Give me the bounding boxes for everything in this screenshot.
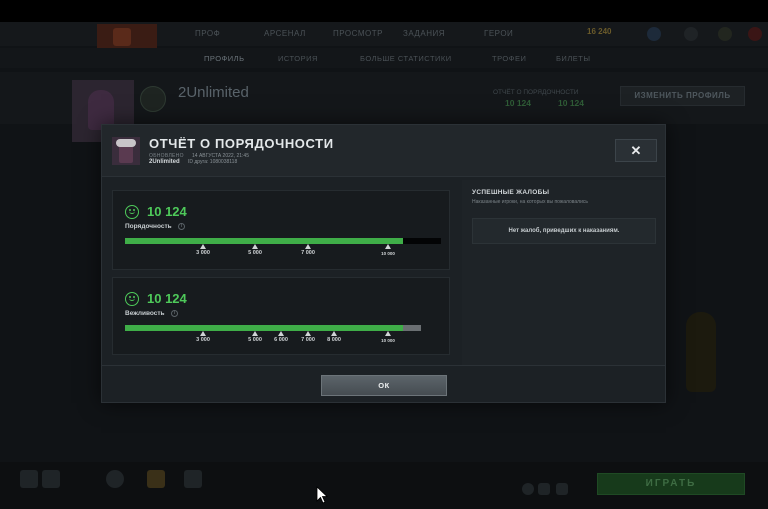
friend-id: ID друга: 1080038118 (188, 159, 238, 165)
coin-balance: 16 240 (587, 27, 612, 36)
modal-header: ОТЧЁТ О ПОРЯДОЧНОСТИ ОБНОВЛЕНО 14 АВГУСТ… (102, 125, 665, 177)
modal-avatar (112, 137, 140, 165)
subnav-stats[interactable]: БОЛЬШЕ СТАТИСТИКИ (360, 54, 452, 63)
mouse-cursor-icon (316, 486, 328, 504)
subnav-trophies[interactable]: ТРОФЕИ (492, 54, 526, 63)
politeness-bar (125, 325, 421, 331)
tick-marker (385, 331, 391, 336)
conduct-report-modal: ОТЧЁТ О ПОРЯДОЧНОСТИ ОБНОВЛЕНО 14 АВГУСТ… (101, 124, 666, 403)
no-reports-message: Нет жалоб, приведших к наказаниям. (472, 218, 656, 244)
check-icon[interactable] (538, 483, 550, 495)
conduct-score: 10 124 (147, 204, 187, 219)
nav-armory[interactable]: АРСЕНАЛ (264, 29, 306, 38)
tick-label: 7 000 (301, 250, 315, 256)
tick-marker (331, 331, 337, 336)
profile-name: 2Unlimited (178, 84, 249, 101)
tick-label: 3 000 (196, 337, 210, 343)
conduct-bar-fill (125, 238, 403, 244)
status-icon[interactable] (647, 27, 661, 41)
nav-heroes[interactable]: ГЕРОИ (484, 29, 513, 38)
letterbox-top (0, 0, 768, 22)
close-button[interactable]: ✕ (615, 139, 657, 162)
friends-icon[interactable] (684, 27, 698, 41)
settings-icon[interactable] (556, 483, 568, 495)
search-status-icon[interactable] (522, 483, 534, 495)
info-icon[interactable]: i (171, 310, 178, 317)
tick-label: 5 000 (248, 337, 262, 343)
tick-label: 10 000 (381, 338, 395, 343)
app-screen: ПРОФ АРСЕНАЛ ПРОСМОТР ЗАДАНИЯ ГЕРОИ 16 2… (0, 0, 768, 509)
subnav-tickets[interactable]: БИЛЕТЫ (556, 54, 590, 63)
tick-marker (385, 244, 391, 249)
tick-label: 7 000 (301, 337, 315, 343)
modal-divider (102, 365, 665, 366)
party-icon[interactable] (20, 470, 38, 488)
reports-title: УСПЕШНЫЕ ЖАЛОБЫ (472, 189, 550, 196)
politeness-score: 10 124 (147, 291, 187, 306)
tick-label: 3 000 (196, 250, 210, 256)
inventory-icon[interactable] (184, 470, 202, 488)
modal-username: 2Unlimited (149, 159, 180, 165)
battle-pass-icon[interactable] (147, 470, 165, 488)
smiley-icon (125, 292, 139, 306)
info-icon[interactable]: i (178, 223, 185, 230)
nav-quests[interactable]: ЗАДАНИЯ (403, 29, 445, 38)
friend-avatar[interactable] (42, 470, 60, 488)
conduct-summary-label: ОТЧЁТ О ПОРЯДОЧНОСТИ (493, 89, 579, 96)
politeness-bar-fill (125, 325, 403, 331)
politeness-card: 10 124 Вежливость i 3 000 5 000 6 000 7 … (112, 277, 450, 355)
reports-panel (462, 180, 665, 365)
nav-profile[interactable]: ПРОФ (195, 29, 220, 38)
tick-marker (278, 331, 284, 336)
politeness-label: Вежливость (125, 310, 165, 317)
conduct-summary-value: 10 124 (505, 98, 531, 108)
tick-label: 5 000 (248, 250, 262, 256)
tick-marker (305, 244, 311, 249)
subnav-history[interactable]: ИСТОРИЯ (278, 54, 318, 63)
modal-title: ОТЧЁТ О ПОРЯДОЧНОСТИ (149, 136, 334, 151)
subnav-profile[interactable]: ПРОФИЛЬ (204, 54, 245, 63)
tick-label: 6 000 (274, 337, 288, 343)
tick-marker (200, 244, 206, 249)
tick-label: 10 000 (381, 251, 395, 256)
reports-subtitle: Наказанные игроки, на которых вы пожалов… (472, 199, 588, 205)
dota-logo-icon (113, 28, 131, 46)
edit-profile-button[interactable]: ИЗМЕНИТЬ ПРОФИЛЬ (620, 86, 745, 106)
politeness-summary-value: 10 124 (558, 98, 584, 108)
power-icon[interactable] (748, 27, 762, 41)
smiley-icon (125, 205, 139, 219)
conduct-label: Порядочность (125, 223, 172, 230)
settings-gear-icon[interactable] (718, 27, 732, 41)
play-button[interactable]: ИГРАТЬ (597, 473, 745, 495)
tick-marker (305, 331, 311, 336)
conduct-bar (125, 238, 441, 244)
avatar-hair (116, 139, 136, 147)
tick-marker (200, 331, 206, 336)
chat-icon[interactable] (106, 470, 124, 488)
tick-marker (252, 331, 258, 336)
conduct-card: 10 124 Порядочность i 3 000 5 000 7 000 … (112, 190, 450, 270)
ok-button[interactable]: ОК (321, 375, 447, 396)
rank-medal-icon (140, 86, 166, 112)
tick-marker (252, 244, 258, 249)
hero-model (686, 312, 716, 392)
tick-label: 8 000 (327, 337, 341, 343)
nav-watch[interactable]: ПРОСМОТР (333, 29, 383, 38)
